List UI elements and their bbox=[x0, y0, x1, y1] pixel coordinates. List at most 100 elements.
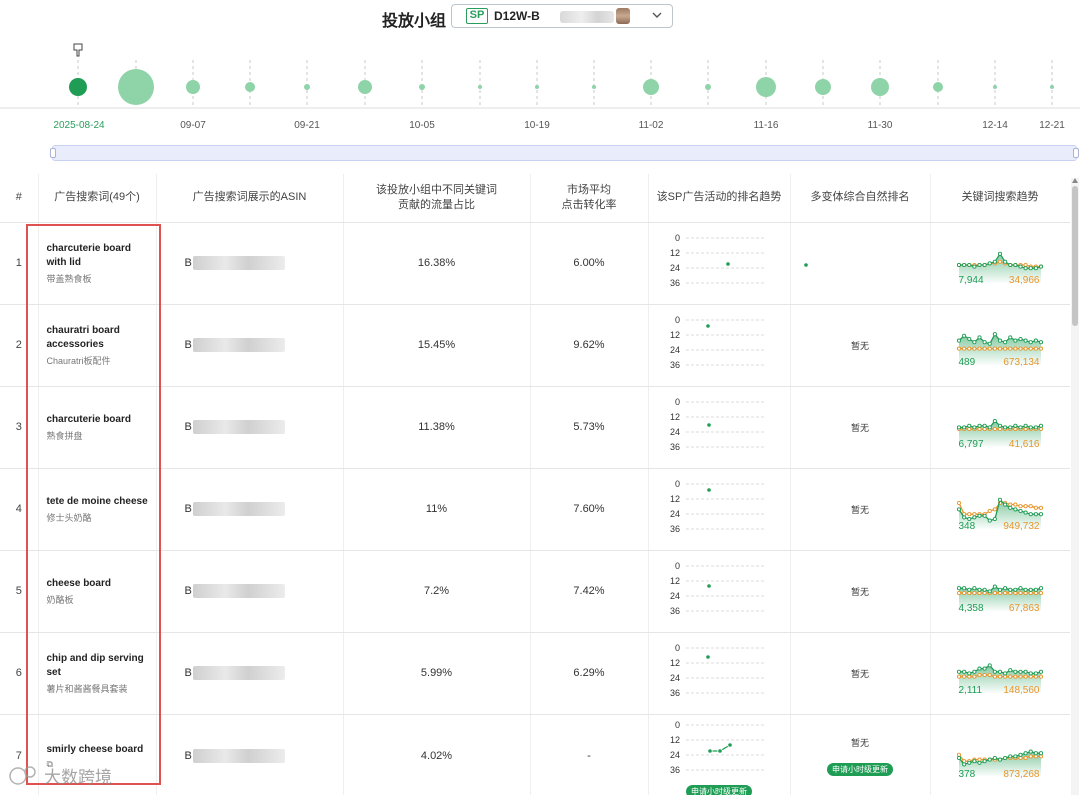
asin-cell[interactable]: B bbox=[156, 550, 344, 633]
timeline-bubble[interactable] bbox=[643, 79, 659, 95]
rank-point[interactable] bbox=[706, 487, 712, 493]
keyword-en[interactable]: charcuterie board bbox=[47, 413, 153, 427]
rank-trend-chart[interactable]: 0 12 24 36 bbox=[664, 392, 774, 462]
rank-point[interactable] bbox=[707, 747, 713, 754]
timeline-bubble[interactable] bbox=[592, 85, 596, 89]
keyword-cell[interactable]: cheese board 奶酪板 bbox=[38, 550, 157, 633]
col-keyword[interactable]: 广告搜索词(49个) bbox=[38, 174, 157, 223]
table-row[interactable]: 6 chip and dip serving set 薯片和酱酱餐具套装 B 5.99%… bbox=[0, 632, 1070, 715]
keyword-en[interactable]: smirly cheese board bbox=[47, 743, 153, 757]
rank-point[interactable] bbox=[725, 261, 731, 267]
search-trend-cell[interactable]: 6,797 41,616 bbox=[930, 386, 1070, 469]
rank-trend-chart[interactable]: 0 12 24 36 bbox=[664, 474, 774, 544]
timeline-bubble[interactable] bbox=[245, 82, 255, 92]
table-row[interactable]: 2 chauratri board accessories Chauratri板配件… bbox=[0, 304, 1070, 387]
rank-trend-chart[interactable]: 0 12 24 36 bbox=[664, 310, 774, 380]
rank-trend-chart[interactable]: 0 12 24 36 bbox=[664, 228, 774, 298]
table-row[interactable]: 1 charcuterie board with lid 带盖熟食板 B 16.38% 6… bbox=[0, 222, 1070, 305]
asin-cell[interactable]: B bbox=[156, 632, 344, 715]
col-traffic-share[interactable]: 该投放小组中不同关键词 贡献的流量占比 bbox=[343, 174, 531, 223]
keyword-table-container[interactable]: # 广告搜索词(49个) 广告搜索词展示的ASIN 该投放小组中不同关键词 贡献… bbox=[0, 174, 1070, 795]
timeline-bubble[interactable] bbox=[304, 84, 310, 90]
asin-cell[interactable]: B bbox=[156, 714, 344, 795]
asin-cell[interactable]: B bbox=[156, 468, 344, 551]
col-asin[interactable]: 广告搜索词展示的ASIN bbox=[156, 174, 344, 223]
timeline-bubble[interactable] bbox=[815, 79, 831, 95]
rank-trend-chart[interactable]: 0 12 24 36 bbox=[664, 556, 774, 626]
search-trend-cell[interactable]: 7,944 34,966 bbox=[930, 222, 1070, 305]
keyword-cell[interactable]: chauratri board accessories Chauratri板配件 bbox=[38, 304, 157, 387]
range-handle-right[interactable] bbox=[1073, 148, 1079, 158]
timeline-date-label[interactable]: 09-07 bbox=[180, 120, 206, 131]
update-hourly-button[interactable]: 申请小时级更新 bbox=[686, 784, 752, 795]
table-row[interactable]: 7 smirly cheese board ⧉ B 4.02% -0 12 24 36 申请小时级… bbox=[0, 714, 1070, 795]
col-search-trend[interactable]: 关键词搜索趋势 bbox=[930, 174, 1070, 223]
timeline-date-label[interactable]: 10-05 bbox=[409, 120, 435, 131]
timeline-bubble[interactable] bbox=[478, 85, 482, 89]
range-handle-left[interactable] bbox=[50, 148, 56, 158]
rank-trend-cell[interactable]: 0 12 24 36 bbox=[648, 304, 791, 387]
keyword-en[interactable]: chauratri board accessories bbox=[47, 324, 153, 352]
asin-cell[interactable]: B bbox=[156, 386, 344, 469]
organic-rank-point[interactable] bbox=[800, 247, 920, 277]
rank-trend-chart[interactable]: 0 12 24 36 bbox=[664, 638, 774, 708]
rank-point[interactable] bbox=[705, 323, 711, 329]
search-trend-cell[interactable]: 348 949,732 bbox=[930, 468, 1070, 551]
keyword-cell[interactable]: charcuterie board 熟食拼盘 bbox=[38, 386, 157, 469]
timeline-date-label[interactable]: 12-14 bbox=[982, 120, 1008, 131]
ad-group-select[interactable]: SP D12W-B bbox=[451, 4, 673, 28]
timeline-date-label[interactable]: 2025-08-24 bbox=[53, 120, 104, 131]
col-organic-rank[interactable]: 多变体综合自然排名 bbox=[790, 174, 931, 223]
rank-trend-cell[interactable]: 0 12 24 36 bbox=[648, 386, 791, 469]
timeline-bubble[interactable] bbox=[933, 82, 943, 92]
table-row[interactable]: 3 charcuterie board 熟食拼盘 B 11.38% 5.73% 0 12 24 3… bbox=[0, 386, 1070, 469]
rank-point[interactable] bbox=[706, 422, 712, 428]
rank-point[interactable] bbox=[705, 654, 711, 660]
timeline-date-label[interactable]: 09-21 bbox=[294, 120, 320, 131]
keyword-cell[interactable]: tete de moine cheese 修士头奶酪 bbox=[38, 468, 157, 551]
scroll-up-icon[interactable] bbox=[1072, 178, 1078, 183]
timeline-date-label[interactable]: 11-16 bbox=[754, 120, 779, 131]
timeline-bubble[interactable] bbox=[358, 80, 372, 94]
timeline-date-label[interactable]: 11-02 bbox=[639, 120, 664, 131]
timeline-bubble[interactable] bbox=[69, 78, 87, 96]
rank-trend-cell[interactable]: 0 12 24 36 申请小时级更新 bbox=[648, 714, 791, 795]
col-rank-trend[interactable]: 该SP广告活动的排名趋势 bbox=[648, 174, 791, 223]
search-trend-cell[interactable]: 4,358 67,863 bbox=[930, 550, 1070, 633]
scroll-thumb[interactable] bbox=[1072, 186, 1078, 326]
timeline-date-label[interactable]: 10-19 bbox=[524, 120, 550, 131]
keyword-en[interactable]: chip and dip serving set bbox=[47, 652, 153, 680]
timeline-bubble[interactable] bbox=[993, 85, 997, 89]
search-trend-cell[interactable]: 378 873,268 bbox=[930, 714, 1070, 795]
table-scrollbar[interactable] bbox=[1071, 178, 1079, 795]
timeline-bubble[interactable] bbox=[535, 85, 539, 89]
keyword-en[interactable]: charcuterie board with lid bbox=[47, 242, 153, 270]
keyword-cell[interactable]: charcuterie board with lid 带盖熟食板 bbox=[38, 222, 157, 305]
timeline-bubble[interactable] bbox=[705, 84, 711, 90]
asin-cell[interactable]: B bbox=[156, 222, 344, 305]
rank-trend-chart[interactable]: 0 12 24 36 bbox=[664, 715, 774, 785]
table-row[interactable]: 5 cheese board 奶酪板 B 7.2% 7.42% 0 12 24 36 暂无 4,358… bbox=[0, 550, 1070, 633]
keyword-en[interactable]: tete de moine cheese bbox=[47, 495, 153, 509]
table-row[interactable]: 4 tete de moine cheese 修士头奶酪 B 11% 7.60% 0 12 24… bbox=[0, 468, 1070, 551]
keyword-en[interactable]: cheese board bbox=[47, 577, 153, 591]
timeline-bubble[interactable] bbox=[118, 69, 154, 105]
timeline-bubble[interactable] bbox=[1050, 85, 1054, 89]
timeline-date-label[interactable]: 12-21 bbox=[1039, 120, 1065, 131]
rank-trend-cell[interactable]: 0 12 24 36 bbox=[648, 222, 791, 305]
timeline-bubble[interactable] bbox=[419, 84, 425, 90]
rank-trend-cell[interactable]: 0 12 24 36 bbox=[648, 550, 791, 633]
rank-point[interactable] bbox=[717, 747, 723, 754]
search-trend-cell[interactable]: 489 673,134 bbox=[930, 304, 1070, 387]
timeline-range-slider[interactable] bbox=[50, 145, 1079, 161]
timeline-bubble[interactable] bbox=[756, 77, 776, 97]
rank-point[interactable] bbox=[727, 741, 733, 748]
update-hourly-button[interactable]: 申请小时级更新 bbox=[827, 763, 893, 776]
search-trend-cell[interactable]: 2,111 148,560 bbox=[930, 632, 1070, 715]
rank-trend-cell[interactable]: 0 12 24 36 bbox=[648, 468, 791, 551]
asin-cell[interactable]: B bbox=[156, 304, 344, 387]
timeline-bubble[interactable] bbox=[186, 80, 200, 94]
timeline-date-label[interactable]: 11-30 bbox=[868, 120, 893, 131]
col-cvr[interactable]: 市场平均 点击转化率 bbox=[530, 174, 649, 223]
rank-point[interactable] bbox=[706, 583, 712, 589]
